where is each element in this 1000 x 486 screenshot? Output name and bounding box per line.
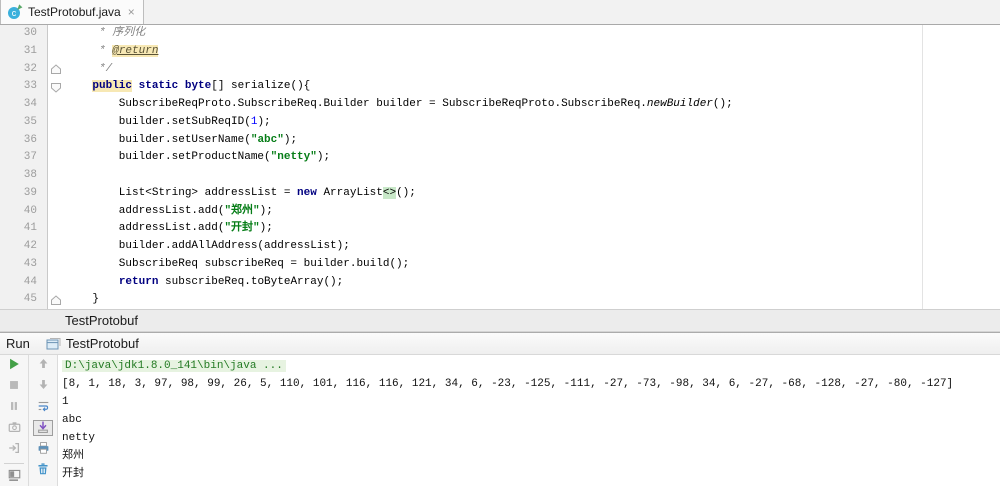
console-output-line: abc xyxy=(62,414,82,426)
scroll-to-end-icon xyxy=(36,420,50,437)
console-output-line: [8, 1, 18, 3, 97, 98, 99, 26, 5, 110, 10… xyxy=(62,378,954,390)
stop-icon xyxy=(7,378,21,395)
code-line: return subscribeReq.toByteArray(); xyxy=(118,275,344,288)
code-line: builder.addAllAddress(addressList); xyxy=(66,240,350,252)
line-number: 34 xyxy=(23,98,37,110)
code-area[interactable]: * 序列化 * @return */ public static byte[] … xyxy=(64,25,1000,309)
editor-gutter[interactable]: 30 31 32 33 34 35 36 37 38 39 40 41 42 43 44 45 xyxy=(0,25,48,309)
code-line: * 序列化 xyxy=(66,27,146,39)
run-window-label: Run xyxy=(6,336,30,351)
console-command-line: D:\java\jdk1.8.0_141\bin\java ... xyxy=(62,357,1000,375)
soft-wrap-icon xyxy=(36,399,51,416)
code-line: builder.setUserName("abc"); xyxy=(66,133,298,146)
console-output[interactable]: D:\java\jdk1.8.0_141\bin\java ... [8, 1, … xyxy=(58,355,1000,486)
code-line: SubscribeReq subscribeReq = builder.buil… xyxy=(66,257,410,270)
pause-output-button[interactable] xyxy=(4,399,24,415)
line-number: 32 xyxy=(23,62,37,75)
fold-column xyxy=(48,25,64,309)
line-number: 36 xyxy=(23,133,37,146)
line-number: 45 xyxy=(23,293,37,306)
rerun-button[interactable] xyxy=(4,357,24,373)
editor-tab-bar: c TestProtobuf.java × xyxy=(0,0,1000,25)
svg-text:c: c xyxy=(12,8,17,18)
code-line: builder.setSubReqID(1); xyxy=(66,115,271,128)
console-output-line: 1 xyxy=(62,396,69,408)
code-line: builder.setProductName("netty"); xyxy=(66,151,331,164)
code-line: public static byte[] serialize(){ xyxy=(92,80,311,93)
line-number: 39 xyxy=(23,186,37,199)
code-line: SubscribeReqProto.SubscribeReq.Builder b… xyxy=(66,98,733,110)
code-line: addressList.add("开封"); xyxy=(66,222,273,235)
line-number: 43 xyxy=(23,257,37,270)
run-tool-window-header: Run TestProtobuf xyxy=(0,332,1000,355)
clear-all-icon xyxy=(36,462,50,479)
run-config-bar: TestProtobuf xyxy=(0,310,1000,332)
run-toolbar-secondary xyxy=(29,355,58,486)
fold-marker-up-icon[interactable] xyxy=(50,295,62,310)
exit-button[interactable] xyxy=(4,441,24,457)
tab-title: TestProtobuf.java xyxy=(28,5,121,19)
down-stack-trace-button[interactable] xyxy=(33,378,53,394)
console-tab-icon xyxy=(46,337,61,351)
line-number: 37 xyxy=(23,151,37,164)
exit-icon xyxy=(7,441,21,458)
close-icon[interactable]: × xyxy=(128,6,135,18)
up-stack-trace-button[interactable] xyxy=(33,357,53,373)
up-stack-trace-icon xyxy=(37,357,50,373)
scroll-to-end-button[interactable] xyxy=(33,420,53,436)
stop-button[interactable] xyxy=(4,378,24,394)
thread-dump-icon xyxy=(7,420,22,437)
ide-window: c TestProtobuf.java × 30 31 32 33 34 35 36 37 38… xyxy=(0,0,1000,486)
soft-wrap-button[interactable] xyxy=(33,399,53,415)
line-number: 41 xyxy=(23,222,37,235)
run-config-title: TestProtobuf xyxy=(65,313,138,328)
print-icon xyxy=(36,441,51,458)
line-number: 42 xyxy=(23,240,37,252)
line-number: 33 xyxy=(23,80,37,93)
line-number: 35 xyxy=(23,115,37,128)
down-stack-trace-icon xyxy=(37,378,50,394)
code-line: } xyxy=(66,293,100,306)
java-class-icon: c xyxy=(7,4,23,20)
fold-marker-down-icon[interactable] xyxy=(50,82,62,97)
code-line: List<String> addressList = new ArrayList… xyxy=(66,186,416,199)
run-console-panel: D:\java\jdk1.8.0_141\bin\java ... [8, 1, … xyxy=(0,355,1000,486)
editor-tab-testprotobuf[interactable]: c TestProtobuf.java × xyxy=(0,0,144,24)
print-button[interactable] xyxy=(33,441,53,457)
line-number: 40 xyxy=(23,204,37,217)
pause-output-icon xyxy=(7,399,21,416)
restore-layout-button[interactable] xyxy=(4,463,24,484)
line-number: 31 xyxy=(23,44,37,57)
right-margin-guide xyxy=(922,25,923,309)
line-number: 38 xyxy=(23,169,37,181)
run-tab-testprotobuf[interactable]: TestProtobuf xyxy=(38,333,147,354)
clear-all-button[interactable] xyxy=(33,462,53,478)
code-line: * @return xyxy=(66,44,159,57)
run-toolbar-primary xyxy=(0,355,29,486)
thread-dump-button[interactable] xyxy=(4,420,24,436)
line-number: 44 xyxy=(23,275,37,288)
restore-layout-icon xyxy=(7,468,22,485)
console-output-line: 开封 xyxy=(62,468,84,480)
fold-marker-up-icon[interactable] xyxy=(50,64,62,79)
console-output-line: netty xyxy=(62,432,96,444)
run-tab-title: TestProtobuf xyxy=(65,336,139,351)
rerun-icon xyxy=(7,357,21,374)
code-line: */ xyxy=(66,62,113,75)
line-number: 30 xyxy=(23,27,37,39)
code-editor[interactable]: 30 31 32 33 34 35 36 37 38 39 40 41 42 43 44 45 * 序列化 *… xyxy=(0,25,1000,310)
console-output-line: 郑州 xyxy=(62,450,84,462)
code-line: addressList.add("郑州"); xyxy=(66,204,273,217)
